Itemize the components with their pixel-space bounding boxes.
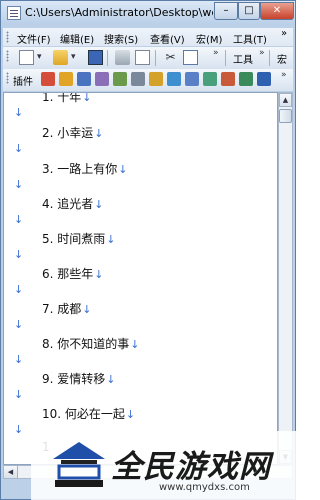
plugin-folder-icon[interactable] bbox=[59, 72, 73, 86]
app-window: C:\Users\Administrator\Desktop\weixc – □… bbox=[0, 0, 297, 500]
paragraph-mark-icon: ↓ bbox=[14, 283, 24, 296]
grip-handle-icon[interactable] bbox=[6, 72, 9, 84]
print-icon[interactable] bbox=[115, 50, 130, 65]
copy-icon[interactable] bbox=[183, 50, 198, 65]
text-line: 5. 时间煮雨↓ bbox=[42, 232, 116, 246]
open-folder-icon[interactable] bbox=[53, 50, 68, 65]
plugin-refresh-icon[interactable] bbox=[221, 72, 235, 86]
plugin-book-icon[interactable] bbox=[95, 72, 109, 86]
minimize-button[interactable]: – bbox=[214, 2, 238, 20]
plugin-blue-icon[interactable] bbox=[257, 72, 271, 86]
text-line: 2. 小幸运↓ bbox=[42, 126, 104, 140]
paragraph-mark-icon: ↓ bbox=[14, 106, 24, 119]
grip-handle-icon[interactable] bbox=[6, 50, 9, 62]
paragraph-mark-icon: ↓ bbox=[14, 142, 24, 155]
grip-handle-icon[interactable] bbox=[6, 31, 9, 43]
scroll-thumb[interactable] bbox=[279, 109, 292, 123]
plugin-note-icon[interactable] bbox=[149, 72, 163, 86]
plugin-green-icon[interactable] bbox=[239, 72, 253, 86]
plugin-tool-icon[interactable] bbox=[41, 72, 55, 86]
menu-tools[interactable]: 工具(T) bbox=[233, 31, 267, 46]
tools-label[interactable]: 工具 bbox=[233, 51, 253, 66]
title-bar[interactable]: C:\Users\Administrator\Desktop\weixc – □… bbox=[1, 1, 295, 25]
text-line: 6. 那些年↓ bbox=[42, 267, 104, 281]
toolbar-overflow-icon[interactable]: » bbox=[213, 48, 219, 58]
pagoda-logo-icon bbox=[53, 442, 105, 487]
scroll-left-icon[interactable]: ◀ bbox=[4, 466, 18, 478]
text-line: 4. 追光者↓ bbox=[42, 197, 104, 211]
save-icon[interactable] bbox=[88, 50, 103, 65]
menu-macro[interactable]: 宏(M) bbox=[196, 31, 222, 46]
text-line: 8. 你不知道的事↓ bbox=[42, 337, 140, 351]
tools-overflow-icon[interactable]: » bbox=[259, 48, 265, 58]
watermark-title: 全民游戏网 bbox=[111, 449, 271, 485]
plugin-toolbar: 插件 » bbox=[3, 69, 293, 91]
scroll-up-icon[interactable]: ▲ bbox=[279, 93, 292, 107]
paragraph-mark-icon: ↓ bbox=[14, 353, 24, 366]
plugin-sheet-icon[interactable] bbox=[203, 72, 217, 86]
text-editor[interactable]: 1. 十年↓ ↓ 2. 小幸运↓ ↓ 3. 一路上有你↓ ↓ 4. 追光者↓ ↓… bbox=[3, 92, 278, 465]
plugin-window-icon[interactable] bbox=[185, 72, 199, 86]
menubar-overflow-icon[interactable]: » bbox=[281, 28, 287, 39]
notepad-icon bbox=[7, 6, 21, 20]
menu-file[interactable]: 文件(F) bbox=[17, 31, 51, 46]
standard-toolbar: ▾ ▾ ✂ » 工具 » 宏 bbox=[3, 47, 293, 69]
site-watermark: 全民游戏网 www.qmydxs.com bbox=[31, 431, 297, 500]
text-line: 3. 一路上有你↓ bbox=[42, 162, 128, 176]
menu-bar: 文件(F) 编辑(E) 搜索(S) 查看(V) 宏(M) 工具(T) » bbox=[3, 28, 293, 46]
print-preview-icon[interactable] bbox=[135, 50, 150, 65]
dropdown-arrow-icon[interactable]: ▾ bbox=[37, 52, 42, 62]
macro-label[interactable]: 宏 bbox=[277, 51, 287, 66]
text-line: 1. 十年↓ bbox=[42, 92, 92, 104]
paragraph-mark-icon: ↓ bbox=[14, 318, 24, 331]
text-line: 7. 成都↓ bbox=[42, 302, 92, 316]
plugins-label: 插件 bbox=[13, 77, 33, 88]
maximize-button[interactable]: □ bbox=[238, 2, 260, 20]
close-button[interactable]: ✕ bbox=[260, 2, 294, 20]
menu-view[interactable]: 查看(V) bbox=[150, 31, 185, 46]
vertical-scrollbar[interactable]: ▲ ▼ bbox=[278, 92, 293, 465]
paragraph-mark-icon: ↓ bbox=[14, 213, 24, 226]
text-line: 9. 爱情转移↓ bbox=[42, 372, 116, 386]
toolbar-separator bbox=[269, 50, 270, 66]
plugin-image-icon[interactable] bbox=[113, 72, 127, 86]
toolbar-separator bbox=[155, 50, 156, 66]
cut-icon[interactable]: ✂ bbox=[163, 50, 178, 65]
watermark-url: www.qmydxs.com bbox=[159, 482, 250, 493]
dropdown-arrow-icon[interactable]: ▾ bbox=[71, 52, 76, 62]
paragraph-mark-icon: ↓ bbox=[14, 248, 24, 261]
plugin-overflow-icon[interactable]: » bbox=[281, 70, 287, 80]
toolbar-separator bbox=[107, 50, 108, 66]
menu-edit[interactable]: 编辑(E) bbox=[60, 31, 94, 46]
text-line: 10. 何必在一起↓ bbox=[42, 407, 136, 421]
menu-search[interactable]: 搜索(S) bbox=[104, 31, 138, 46]
window-title: C:\Users\Administrator\Desktop\weixc bbox=[25, 6, 213, 19]
paragraph-mark-icon: ↓ bbox=[14, 423, 24, 436]
plugin-windows-icon[interactable] bbox=[77, 72, 91, 86]
paragraph-mark-icon: ↓ bbox=[14, 388, 24, 401]
new-file-icon[interactable] bbox=[19, 50, 34, 65]
plugin-chat-icon[interactable] bbox=[167, 72, 181, 86]
toolbar-separator bbox=[225, 50, 226, 66]
plugin-list-icon[interactable] bbox=[131, 72, 145, 86]
paragraph-mark-icon: ↓ bbox=[14, 178, 24, 191]
